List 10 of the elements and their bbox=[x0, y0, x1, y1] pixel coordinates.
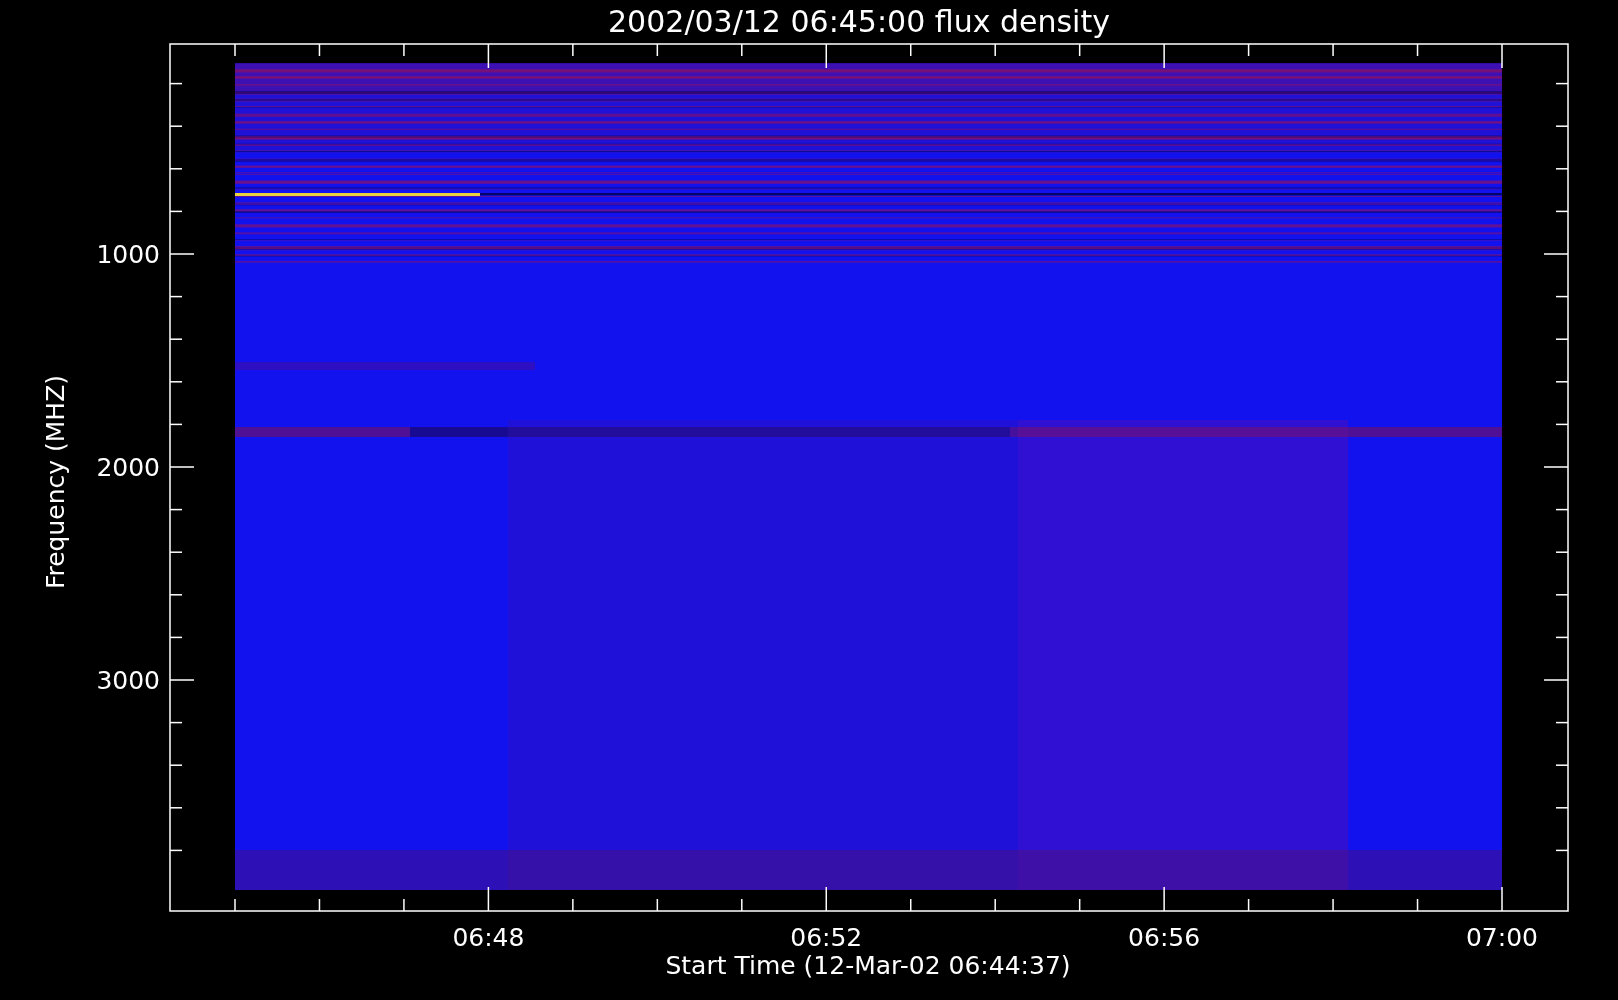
x-tick-label: 07:00 bbox=[1466, 923, 1538, 952]
x-tick-label: 06:52 bbox=[790, 923, 863, 952]
y-tick-label: 1000 bbox=[96, 240, 160, 269]
x-axis-label: Start Time (12-Mar-02 06:44:37) bbox=[665, 951, 1071, 980]
x-tick-label: 06:48 bbox=[452, 923, 525, 952]
x-tick-label: 06:56 bbox=[1128, 923, 1201, 952]
y-axis-label: Frequency (MHZ) bbox=[41, 374, 70, 590]
plot-title: 2002/03/12 06:45:00 flux density bbox=[608, 4, 1110, 39]
y-tick-label: 2000 bbox=[96, 453, 160, 482]
y-tick-label: 3000 bbox=[96, 666, 160, 695]
